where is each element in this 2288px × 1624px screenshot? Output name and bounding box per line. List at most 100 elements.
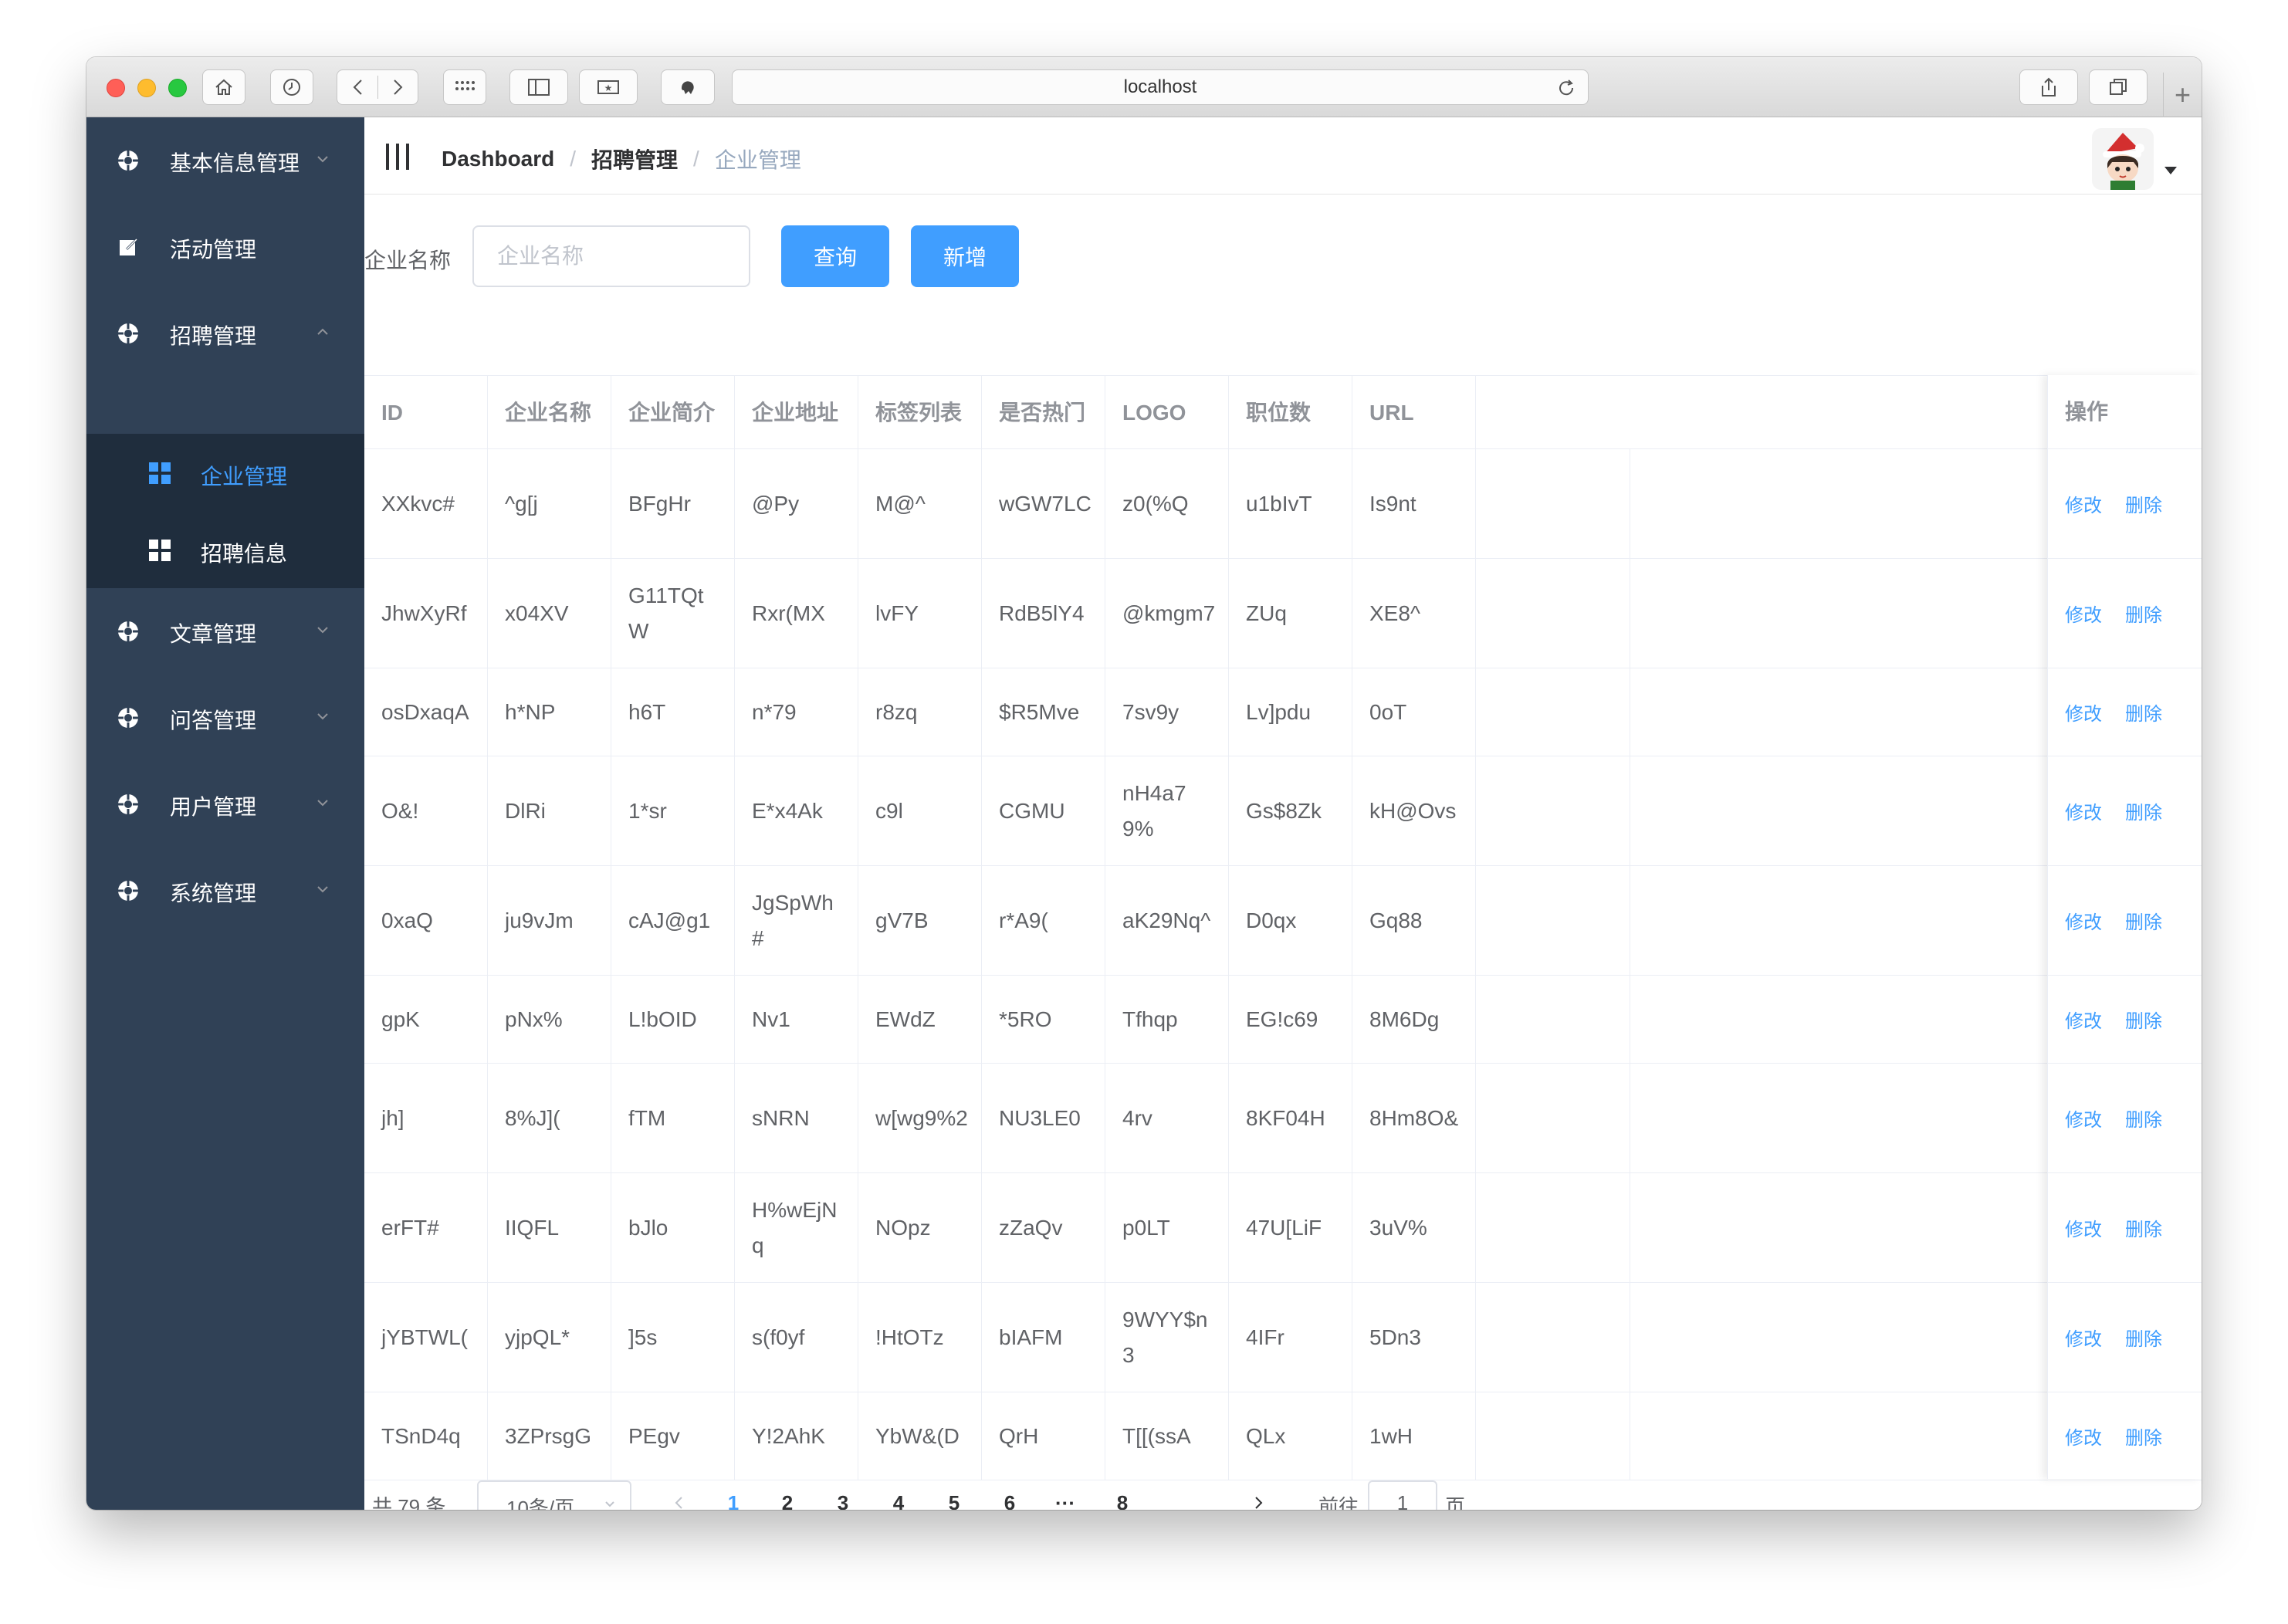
- table-cell-empty: [1476, 1064, 1630, 1172]
- prev-page-icon[interactable]: [668, 1491, 690, 1510]
- table-cell: QrH: [982, 1392, 1105, 1480]
- apps-button[interactable]: [443, 69, 486, 105]
- edit-link[interactable]: 修改: [2065, 699, 2102, 726]
- table-cell: XXkvc#: [364, 449, 488, 558]
- table-cell: Rxr(MX: [735, 559, 858, 668]
- edit-link[interactable]: 修改: [2065, 1006, 2102, 1033]
- breadcrumb-recruitment[interactable]: 招聘管理: [591, 144, 678, 174]
- sidebar-toggle-button[interactable]: [509, 69, 568, 105]
- sidebar-item-label: 系统管理: [170, 881, 257, 905]
- address-bar[interactable]: localhost: [732, 69, 1589, 105]
- edit-link[interactable]: 修改: [2065, 907, 2102, 934]
- page-size-select[interactable]: 10条/页: [477, 1480, 631, 1510]
- page-number[interactable]: 5: [939, 1491, 970, 1510]
- main-content: Dashboard / 招聘管理 / 企业管理 企业名称 企业名称 查询 新增 …: [364, 117, 2202, 1510]
- table-cell-empty: [1476, 1392, 1630, 1480]
- edit-link[interactable]: 修改: [2065, 1423, 2102, 1450]
- bookmark-button[interactable]: ★: [579, 69, 638, 105]
- edit-link[interactable]: 修改: [2065, 1214, 2102, 1241]
- chevron-up-icon: [317, 328, 328, 335]
- reload-icon[interactable]: [1555, 77, 1577, 99]
- table-cell: kH@Ovs: [1352, 756, 1476, 865]
- edit-link[interactable]: 修改: [2065, 1105, 2102, 1132]
- sidebar-item-label: 企业管理: [201, 465, 288, 489]
- add-button[interactable]: 新增: [911, 225, 1019, 287]
- hamburger-icon[interactable]: [384, 142, 411, 171]
- page-number[interactable]: 8: [1107, 1491, 1138, 1510]
- table-cell: QLx: [1229, 1392, 1352, 1480]
- table-cell: cAJ@g1: [611, 866, 735, 975]
- jump-page-input[interactable]: [1368, 1480, 1437, 1510]
- operations-cell: 修改 删除: [2048, 1064, 2202, 1173]
- delete-link[interactable]: 删除: [2125, 797, 2162, 824]
- page-number[interactable]: 2: [772, 1491, 803, 1510]
- operations-cell: 修改 删除: [2048, 449, 2202, 559]
- delete-link[interactable]: 删除: [2125, 699, 2162, 726]
- delete-link[interactable]: 删除: [2125, 1214, 2162, 1241]
- extension-button[interactable]: [661, 69, 715, 105]
- table-cell: EWdZ: [858, 976, 982, 1063]
- delete-link[interactable]: 删除: [2125, 1006, 2162, 1033]
- edit-link[interactable]: 修改: [2065, 1324, 2102, 1351]
- delete-link[interactable]: 删除: [2125, 1324, 2162, 1351]
- forward-icon[interactable]: [386, 77, 409, 97]
- delete-link[interactable]: 删除: [2125, 600, 2162, 627]
- breadcrumb-dashboard[interactable]: Dashboard: [442, 147, 554, 171]
- sidebar-item-company[interactable]: 企业管理: [86, 434, 364, 511]
- url-text: localhost: [1123, 76, 1197, 97]
- sidebar-item-users[interactable]: 用户管理: [86, 761, 364, 848]
- sidebar-item-articles[interactable]: 文章管理: [86, 588, 364, 675]
- sidebar-item-activity[interactable]: 活动管理: [86, 204, 364, 290]
- sidebar-item-system[interactable]: 系统管理: [86, 848, 364, 934]
- table-cell: gpK: [364, 976, 488, 1063]
- chevron-down-icon: [317, 800, 328, 807]
- tabs-overview-button[interactable]: [2089, 69, 2148, 105]
- new-tab-button[interactable]: +: [2163, 73, 2202, 117]
- edit-link[interactable]: 修改: [2065, 490, 2102, 517]
- circle-gear-icon: [118, 621, 138, 641]
- delete-link[interactable]: 删除: [2125, 1423, 2162, 1450]
- sidebar-item-label: 基本信息管理: [170, 151, 300, 175]
- avatar[interactable]: [2092, 128, 2154, 190]
- tabs-icon: [2110, 79, 2127, 95]
- table-cell: 47U[LiF: [1229, 1173, 1352, 1282]
- table-cell: E*x4Ak: [735, 756, 858, 865]
- table-cell: Lv]pdu: [1229, 668, 1352, 756]
- table-cell: 0xaQ: [364, 866, 488, 975]
- share-button[interactable]: [2019, 69, 2078, 105]
- home-button[interactable]: [202, 69, 245, 105]
- page-number[interactable]: 3: [828, 1491, 858, 1510]
- minimize-window-button[interactable]: [137, 79, 156, 97]
- page-number[interactable]: 1: [718, 1491, 749, 1510]
- zoom-window-button[interactable]: [168, 79, 187, 97]
- close-window-button[interactable]: [107, 79, 125, 97]
- plus-icon: +: [2174, 79, 2192, 110]
- edit-link[interactable]: 修改: [2065, 600, 2102, 627]
- table-cell: ZUq: [1229, 559, 1352, 668]
- page-ellipsis[interactable]: ···: [1050, 1491, 1081, 1510]
- table-cell: O&!: [364, 756, 488, 865]
- sidebar-item-qa[interactable]: 问答管理: [86, 675, 364, 761]
- edit-icon: [120, 238, 138, 255]
- table-cell: L!bOID: [611, 976, 735, 1063]
- table-cell: aK29Nq^: [1105, 866, 1229, 975]
- pagination-total: 共 79 条: [372, 1495, 446, 1510]
- page-number[interactable]: 6: [994, 1491, 1025, 1510]
- delete-link[interactable]: 删除: [2125, 907, 2162, 934]
- edit-link[interactable]: 修改: [2065, 797, 2102, 824]
- query-button[interactable]: 查询: [781, 225, 889, 287]
- history-button[interactable]: [270, 69, 313, 105]
- delete-link[interactable]: 删除: [2125, 1105, 2162, 1132]
- caret-down-icon[interactable]: [2164, 167, 2177, 174]
- sidebar-item-basic-info[interactable]: 基本信息管理: [86, 117, 364, 204]
- sidebar-item-recruitment[interactable]: 招聘管理: [86, 290, 364, 377]
- back-icon[interactable]: [347, 77, 370, 97]
- recruitment-submenu: 企业管理 招聘信息: [86, 434, 364, 588]
- browser-window: ★ localhost + 基本信息管理 活动管理 招聘管理 企业管理 招聘信息…: [86, 57, 2202, 1510]
- next-page-icon[interactable]: [1247, 1491, 1269, 1510]
- delete-link[interactable]: 删除: [2125, 490, 2162, 517]
- company-name-input[interactable]: [472, 225, 750, 287]
- sidebar-item-job-info[interactable]: 招聘信息: [86, 511, 364, 588]
- table-cell: bJlo: [611, 1173, 735, 1282]
- page-number[interactable]: 4: [883, 1491, 914, 1510]
